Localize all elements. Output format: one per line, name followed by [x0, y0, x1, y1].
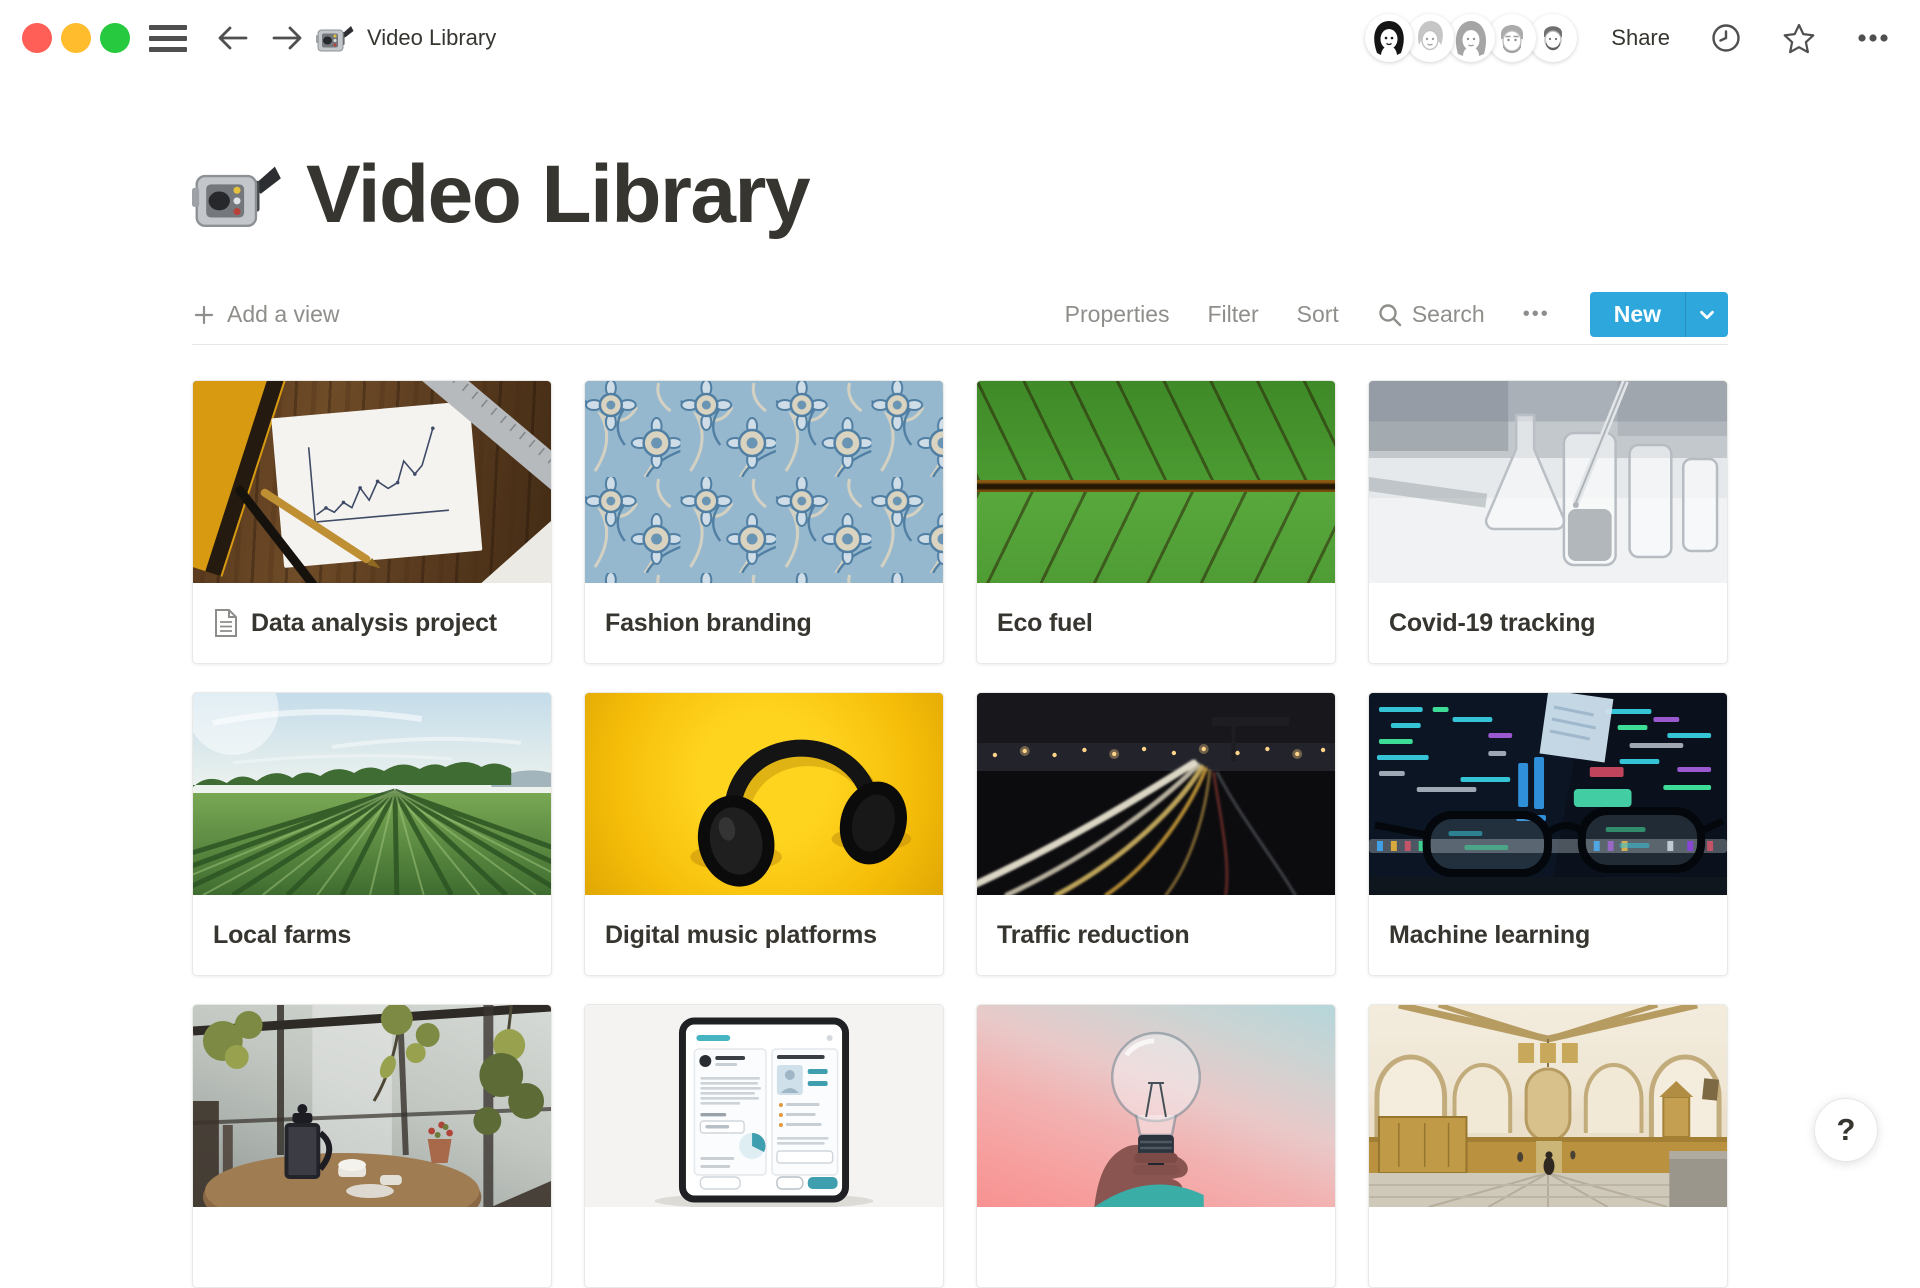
thumbnail-highway-night	[977, 693, 1335, 895]
thumbnail-desk-chart	[193, 381, 551, 583]
sidebar-menu-icon[interactable]	[149, 25, 187, 52]
search-label: Search	[1412, 301, 1485, 328]
thumbnail-hand-lightbulb	[977, 1005, 1335, 1207]
traffic-lights	[22, 23, 130, 53]
card-title: Fashion branding	[605, 609, 812, 638]
document-icon	[213, 608, 239, 638]
filter-button[interactable]: Filter	[1208, 301, 1259, 328]
plus-icon	[192, 303, 216, 327]
card-title: Data analysis project	[251, 609, 497, 638]
card-title: Traffic reduction	[997, 921, 1189, 950]
more-options-icon[interactable]	[1856, 33, 1890, 43]
thumbnail-church-interior	[1369, 1005, 1727, 1207]
card-covid-tracking[interactable]: Covid-19 tracking	[1368, 380, 1728, 664]
add-view-button[interactable]: Add a view	[192, 301, 340, 328]
thumbnail-floral-pattern	[585, 381, 943, 583]
thumbnail-lab-glassware	[1369, 381, 1727, 583]
card-lightbulb-idea[interactable]	[976, 1004, 1336, 1288]
avatar[interactable]	[1529, 14, 1577, 62]
avatar[interactable]	[1488, 14, 1536, 62]
gallery-grid: Data analysis project	[192, 380, 1728, 1288]
share-button[interactable]: Share	[1611, 25, 1670, 51]
collaborator-avatars	[1365, 14, 1577, 62]
updates-clock-icon[interactable]	[1710, 22, 1742, 54]
video-camera-page-emoji[interactable]	[192, 156, 282, 234]
card-church-interior[interactable]	[1368, 1004, 1728, 1288]
card-greenhouse-cafe[interactable]	[192, 1004, 552, 1288]
card-local-farms[interactable]: Local farms	[192, 692, 552, 976]
zoom-window-button[interactable]	[100, 23, 130, 53]
window-titlebar: Video Library Share	[0, 0, 1920, 76]
sort-button[interactable]: Sort	[1297, 301, 1339, 328]
search-button[interactable]: Search	[1377, 301, 1485, 328]
view-toolbar: Add a view Properties Filter Sort Search…	[192, 285, 1728, 345]
back-button[interactable]	[214, 22, 250, 54]
thumbnail-farm-field	[193, 693, 551, 895]
close-window-button[interactable]	[22, 23, 52, 53]
chevron-down-icon	[1696, 304, 1718, 326]
page-header: Video Library	[192, 146, 1728, 244]
minimize-window-button[interactable]	[61, 23, 91, 53]
thumbnail-code-glasses	[1369, 693, 1727, 895]
card-digital-music[interactable]: Digital music platforms	[584, 692, 944, 976]
card-tablet-dashboard[interactable]	[584, 1004, 944, 1288]
card-title: Digital music platforms	[605, 921, 877, 950]
card-title: Covid-19 tracking	[1389, 609, 1595, 638]
video-camera-icon	[316, 22, 354, 54]
new-button-group: New	[1590, 292, 1728, 337]
avatar[interactable]	[1406, 14, 1454, 62]
help-button[interactable]: ?	[1814, 1098, 1878, 1162]
card-traffic-reduction[interactable]: Traffic reduction	[976, 692, 1336, 976]
toolbar-more-button[interactable]: •••	[1523, 303, 1550, 326]
add-view-label: Add a view	[227, 301, 340, 328]
search-icon	[1377, 302, 1403, 328]
thumbnail-tablet-dashboard	[585, 1005, 943, 1207]
new-dropdown-button[interactable]	[1685, 292, 1728, 337]
avatar[interactable]	[1447, 14, 1495, 62]
properties-button[interactable]: Properties	[1065, 301, 1170, 328]
page-content: Video Library Add a view Properties Filt…	[192, 76, 1728, 1288]
forward-button[interactable]	[270, 22, 306, 54]
breadcrumb-page-title[interactable]: Video Library	[367, 25, 496, 51]
card-title: Local farms	[213, 921, 351, 950]
thumbnail-green-leaf	[977, 381, 1335, 583]
card-title: Machine learning	[1389, 921, 1590, 950]
favorite-star-icon[interactable]	[1782, 22, 1816, 55]
help-label: ?	[1837, 1112, 1856, 1148]
new-button[interactable]: New	[1590, 292, 1685, 337]
page-title: Video Library	[306, 146, 809, 244]
card-fashion-branding[interactable]: Fashion branding	[584, 380, 944, 664]
thumbnail-greenhouse-cafe	[193, 1005, 551, 1207]
avatar[interactable]	[1365, 14, 1413, 62]
card-eco-fuel[interactable]: Eco fuel	[976, 380, 1336, 664]
thumbnail-headphones	[585, 693, 943, 895]
card-machine-learning[interactable]: Machine learning	[1368, 692, 1728, 976]
card-title: Eco fuel	[997, 609, 1093, 638]
card-data-analysis-project[interactable]: Data analysis project	[192, 380, 552, 664]
